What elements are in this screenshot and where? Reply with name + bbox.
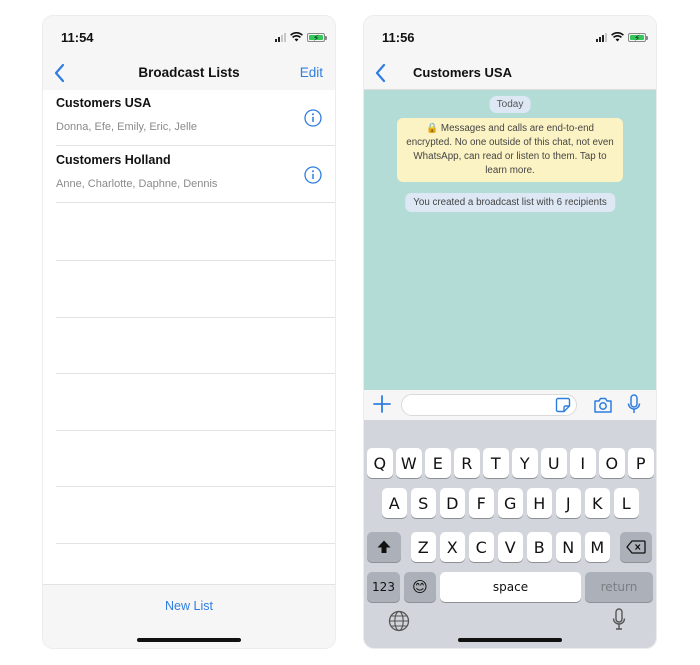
plus-icon[interactable] (372, 394, 392, 414)
status-time: 11:54 (61, 30, 94, 45)
key-q[interactable]: Q (367, 448, 393, 478)
key-z[interactable]: Z (410, 532, 436, 562)
home-indicator (458, 638, 562, 642)
sticker-icon[interactable] (555, 397, 571, 413)
encryption-notice[interactable]: 🔒 Messages and calls are end-to-end encr… (397, 118, 623, 182)
signal-icon (275, 32, 286, 42)
key-h[interactable]: H (526, 488, 552, 518)
key-b[interactable]: B (526, 532, 552, 562)
backspace-key[interactable] (620, 532, 652, 562)
key-p[interactable]: P (628, 448, 654, 478)
message-input-bar (364, 390, 656, 420)
globe-icon[interactable] (388, 610, 410, 632)
key-x[interactable]: X (439, 532, 465, 562)
list-separator (56, 260, 335, 261)
list-separator (56, 543, 335, 544)
key-a[interactable]: A (381, 488, 407, 518)
list-separator (56, 486, 335, 487)
space-key[interactable]: space (440, 572, 581, 602)
chevron-left-icon[interactable] (372, 62, 390, 84)
backspace-icon (626, 540, 646, 554)
bottom-bar: New List (43, 584, 335, 648)
shift-key[interactable] (367, 532, 401, 562)
list-separator (56, 373, 335, 374)
key-s[interactable]: S (410, 488, 436, 518)
top-bar: 11:56 ⚡ Customers USA (364, 16, 656, 90)
status-time: 11:56 (382, 30, 415, 45)
home-indicator (137, 638, 241, 642)
key-d[interactable]: D (439, 488, 465, 518)
battery-icon: ⚡ (628, 32, 648, 43)
broadcast-lists-screen: 11:54 ⚡ Broadcast Lists Edit Customers U… (43, 16, 335, 648)
chat-title[interactable]: Customers USA (413, 65, 512, 80)
key-c[interactable]: C (468, 532, 494, 562)
top-bar: 11:54 ⚡ Broadcast Lists Edit (43, 16, 335, 90)
key-v[interactable]: V (497, 532, 523, 562)
date-pill: Today (489, 96, 531, 113)
message-input[interactable] (401, 394, 577, 416)
key-i[interactable]: I (570, 448, 596, 478)
key-m[interactable]: M (584, 532, 610, 562)
battery-icon: ⚡ (307, 32, 327, 43)
keyboard: QWERTYUIOP ASDFGHJKL ZXCVBNM 123 😊 space… (364, 420, 656, 648)
key-g[interactable]: G (497, 488, 523, 518)
list-item-title: Customers USA (56, 96, 152, 110)
info-icon[interactable] (304, 109, 322, 127)
microphone-icon[interactable] (612, 608, 626, 632)
list-separator (56, 317, 335, 318)
info-icon[interactable] (304, 166, 322, 184)
list-item-members: Anne, Charlotte, Daphne, Dennis (56, 178, 218, 190)
key-j[interactable]: J (555, 488, 581, 518)
key-y[interactable]: Y (512, 448, 538, 478)
system-message: You created a broadcast list with 6 reci… (405, 193, 615, 212)
list-item-members: Donna, Efe, Emily, Eric, Jelle (56, 121, 198, 133)
broadcast-chat-screen: 11:56 ⚡ Customers USA Today 🔒 Messages a… (364, 16, 656, 648)
return-key[interactable]: return (585, 572, 653, 602)
wifi-icon (611, 32, 624, 42)
page-title: Broadcast Lists (138, 65, 240, 80)
key-k[interactable]: K (584, 488, 610, 518)
list-item-title: Customers Holland (56, 153, 171, 167)
key-l[interactable]: L (613, 488, 639, 518)
key-n[interactable]: N (555, 532, 581, 562)
camera-icon[interactable] (593, 396, 613, 414)
signal-icon (596, 32, 607, 42)
numbers-key[interactable]: 123 (367, 572, 400, 602)
wifi-icon (290, 32, 303, 42)
shift-icon (377, 540, 391, 553)
new-list-button[interactable]: New List (43, 599, 335, 613)
key-u[interactable]: U (541, 448, 567, 478)
status-icons: ⚡ (275, 31, 327, 43)
key-e[interactable]: E (425, 448, 451, 478)
microphone-icon[interactable] (627, 394, 641, 415)
key-r[interactable]: R (454, 448, 480, 478)
key-t[interactable]: T (483, 448, 509, 478)
edit-button[interactable]: Edit (300, 65, 323, 80)
key-w[interactable]: W (396, 448, 422, 478)
list-item[interactable]: Customers USA Donna, Efe, Emily, Eric, J… (56, 90, 335, 146)
chat-area[interactable]: Today 🔒 Messages and calls are end-to-en… (364, 90, 656, 390)
key-o[interactable]: O (599, 448, 625, 478)
status-icons: ⚡ (596, 31, 648, 43)
list-separator (56, 430, 335, 431)
emoji-key[interactable]: 😊 (404, 572, 436, 602)
list-item[interactable]: Customers Holland Anne, Charlotte, Daphn… (56, 147, 335, 203)
key-f[interactable]: F (468, 488, 494, 518)
